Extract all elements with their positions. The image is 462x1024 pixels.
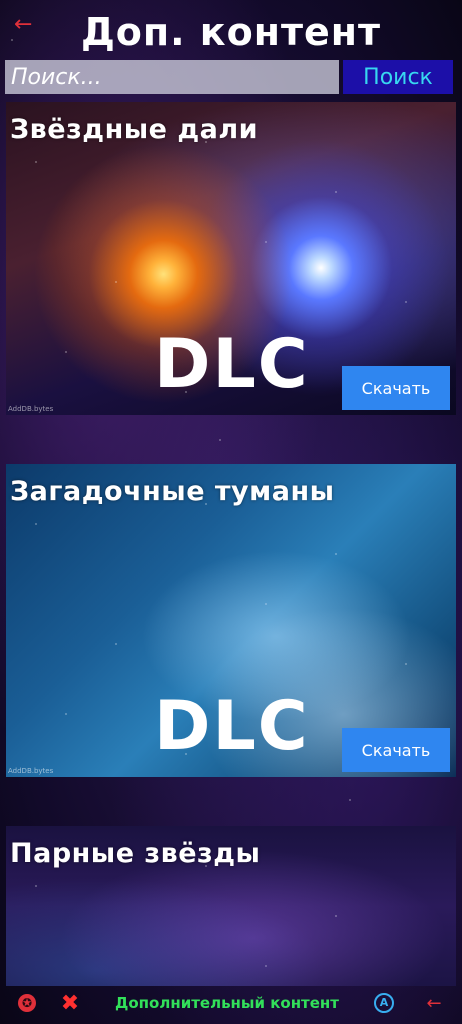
dlc-title: Звёздные дали bbox=[10, 114, 259, 145]
download-button[interactable]: Скачать bbox=[342, 728, 450, 772]
circle-a-icon: A bbox=[374, 993, 394, 1013]
close-icon[interactable]: ✖ bbox=[58, 982, 82, 1024]
dlc-card[interactable]: Парные звёзды bbox=[6, 826, 456, 986]
dlc-title: Парные звёзды bbox=[10, 838, 261, 869]
star-button[interactable]: ✪ bbox=[14, 982, 40, 1024]
dlc-image-label: DLC bbox=[154, 687, 310, 766]
image-watermark: AddDB.bytes bbox=[8, 405, 54, 413]
page-title: Доп. контент bbox=[80, 10, 382, 54]
dlc-card[interactable]: Звёздные дали DLC Скачать AddDB.bytes bbox=[6, 102, 456, 415]
search-input[interactable] bbox=[5, 60, 339, 94]
star-icon: ✪ bbox=[18, 994, 36, 1012]
header: ← Доп. контент bbox=[0, 0, 462, 58]
dlc-card[interactable]: Загадочные туманы DLC Скачать AddDB.byte… bbox=[6, 464, 456, 777]
image-watermark: AddDB.bytes bbox=[8, 767, 54, 775]
dlc-title: Загадочные туманы bbox=[10, 476, 335, 507]
additional-content-link[interactable]: Дополнительный контент bbox=[98, 982, 356, 1024]
circle-a-button[interactable]: A bbox=[372, 982, 396, 1024]
search-button[interactable]: Поиск bbox=[343, 60, 453, 94]
download-button[interactable]: Скачать bbox=[342, 366, 450, 410]
bottom-bar: ✪ ✖ Дополнительный контент A ← bbox=[0, 982, 462, 1024]
dlc-image-label: DLC bbox=[154, 325, 310, 404]
back-arrow-icon[interactable]: ← bbox=[422, 982, 446, 1024]
